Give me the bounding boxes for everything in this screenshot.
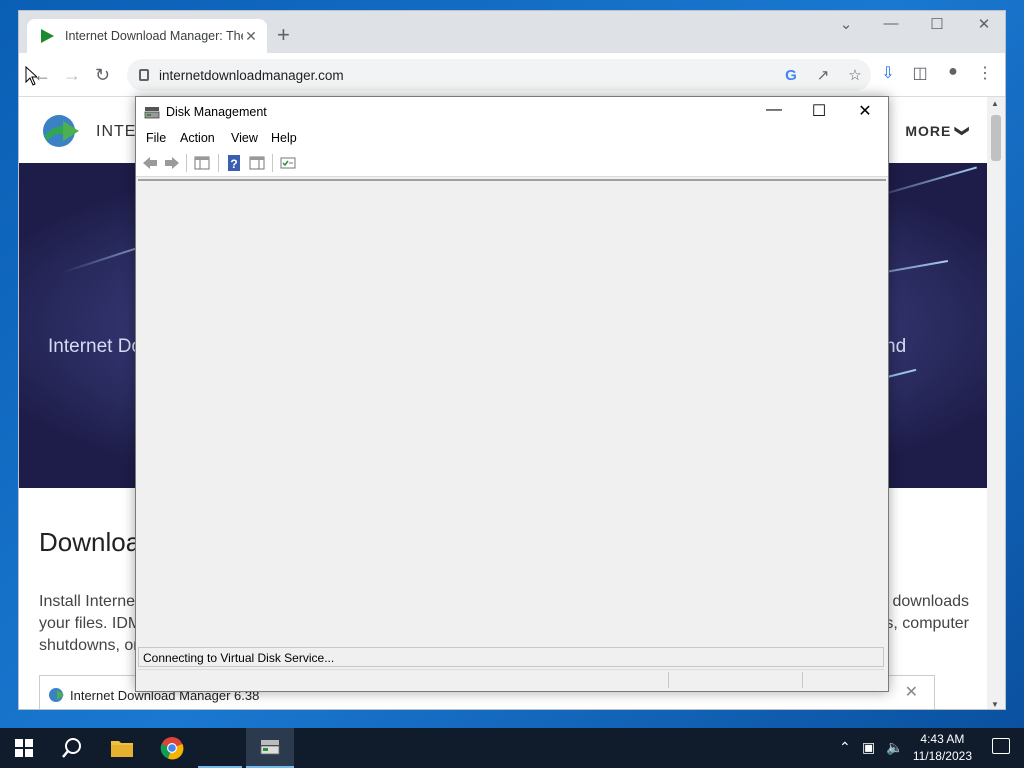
lock-icon [139, 69, 149, 81]
para-line2-left: your files. IDM [39, 615, 142, 632]
network-icon[interactable]: ▣ [862, 739, 875, 756]
para-line1-left: Install Interne [39, 593, 136, 610]
new-tab-button[interactable]: + [277, 23, 290, 47]
scroll-down-icon[interactable]: ▼ [991, 700, 999, 709]
dm-title: Disk Management [166, 105, 267, 119]
chrome-taskbar-button[interactable] [148, 728, 196, 768]
taskbar-running-indicator[interactable] [198, 728, 242, 768]
toolbar-separator [272, 154, 273, 172]
svg-text:?: ? [230, 157, 237, 171]
tab-close-icon[interactable]: ✕ [243, 28, 259, 45]
dm-toolbar: ? [136, 149, 888, 177]
para-line3-left: shutdowns, or [39, 637, 139, 654]
more-menu[interactable]: MORE ❯ [905, 123, 972, 140]
back-icon[interactable] [141, 154, 159, 172]
dm-minimize-button[interactable]: — [754, 101, 794, 119]
scroll-up-icon[interactable]: ▲ [991, 99, 999, 108]
browser-tab[interactable]: Internet Download Manager: The ✕ [27, 19, 267, 53]
menu-view[interactable]: View [231, 131, 258, 145]
dm-status-bar: Connecting to Virtual Disk Service... [138, 647, 884, 667]
chrome-icon [160, 737, 184, 760]
dm-maximize-button[interactable]: ☐ [799, 101, 839, 121]
para-line1-right: downloads [892, 593, 970, 610]
taskbar: ⌃ ▣ 🔈 4:43 AM 11/18/2023 [0, 728, 1024, 768]
forward-icon[interactable] [163, 154, 181, 172]
chevron-down-icon: ❯ [955, 125, 972, 138]
maximize-button[interactable]: ☐ [922, 15, 952, 33]
address-bar[interactable]: internetdownloadmanager.com G ↗ ☆ [127, 59, 871, 91]
close-button[interactable]: ✕ [969, 15, 999, 33]
menu-action[interactable]: Action [180, 131, 215, 145]
para-line2-right: s, computer [885, 615, 969, 632]
tab-strip: Internet Download Manager: The ✕ + ⌄ — ☐… [19, 11, 1005, 53]
status-divider [802, 672, 803, 688]
bookmark-star-icon[interactable]: ☆ [839, 66, 871, 84]
system-clock[interactable]: 4:43 AM 11/18/2023 [913, 731, 972, 765]
url-text: internetdownloadmanager.com [159, 67, 344, 83]
google-lens-icon[interactable]: G [775, 67, 807, 84]
action-center-icon[interactable] [992, 738, 1010, 754]
menu-help[interactable]: Help [271, 131, 297, 145]
windows-logo-icon [15, 739, 33, 757]
idm-favicon-icon [41, 29, 54, 43]
profile-avatar-icon[interactable]: ● [939, 63, 967, 81]
file-explorer-button[interactable] [98, 728, 146, 768]
folder-icon [111, 741, 133, 757]
menu-kebab-icon[interactable]: ⋮ [971, 63, 999, 83]
download-heading: Downloa [39, 527, 141, 557]
clock-date: 11/18/2023 [912, 749, 972, 763]
status-text: Connecting to Virtual Disk Service... [143, 651, 335, 665]
preview-close-icon[interactable]: ✕ [905, 682, 918, 702]
menu-file[interactable]: File [146, 131, 166, 145]
reload-icon[interactable]: ↻ [95, 65, 110, 86]
search-icon [62, 738, 81, 758]
disk-management-window: Disk Management — ☐ ✕ File Action View H… [135, 96, 889, 692]
share-icon[interactable]: ↗ [807, 66, 839, 84]
clock-time: 4:43 AM [920, 732, 965, 746]
tab-search-icon[interactable]: ⌄ [831, 15, 861, 33]
disk-management-icon [144, 107, 160, 119]
status-divider [668, 672, 669, 688]
dm-close-button[interactable]: ✕ [845, 101, 885, 121]
hero-text-left: Internet Do [48, 336, 142, 357]
toolbar-separator [218, 154, 219, 172]
side-panel-icon[interactable]: ◫ [906, 63, 934, 83]
start-button[interactable] [0, 728, 48, 768]
mouse-cursor-icon [25, 66, 37, 86]
show-hide-action-pane-icon[interactable] [248, 154, 266, 172]
more-label: MORE [905, 123, 952, 139]
dm-content-area [138, 179, 886, 647]
show-hidden-icons-icon[interactable]: ⌃ [839, 739, 851, 756]
dm-menubar: File Action View Help [136, 127, 888, 149]
tab-title: Internet Download Manager: The [65, 29, 243, 43]
show-hide-console-tree-icon[interactable] [193, 154, 211, 172]
properties-icon[interactable] [279, 154, 297, 172]
page-scrollbar[interactable]: ▲ ▼ [987, 97, 1005, 709]
scroll-thumb[interactable] [991, 115, 1001, 161]
browser-toolbar: ← → ↻ internetdownloadmanager.com G ↗ ☆ … [19, 53, 1005, 97]
disk-management-taskbar-button[interactable] [246, 728, 294, 768]
minimize-button[interactable]: — [876, 15, 906, 32]
idm-small-logo-icon [49, 688, 64, 702]
search-button[interactable] [48, 728, 96, 768]
dm-secondary-status-bar [138, 669, 884, 689]
forward-arrow-icon[interactable]: → [63, 65, 81, 86]
disk-management-taskbar-icon [260, 740, 280, 755]
downloads-icon[interactable]: ⇩ [874, 63, 902, 83]
idm-logo-icon[interactable] [39, 111, 81, 151]
volume-muted-icon[interactable]: 🔈 [886, 739, 903, 756]
help-icon[interactable]: ? [225, 154, 243, 172]
toolbar-separator [186, 154, 187, 172]
dm-titlebar[interactable]: Disk Management — ☐ ✕ [136, 97, 888, 127]
